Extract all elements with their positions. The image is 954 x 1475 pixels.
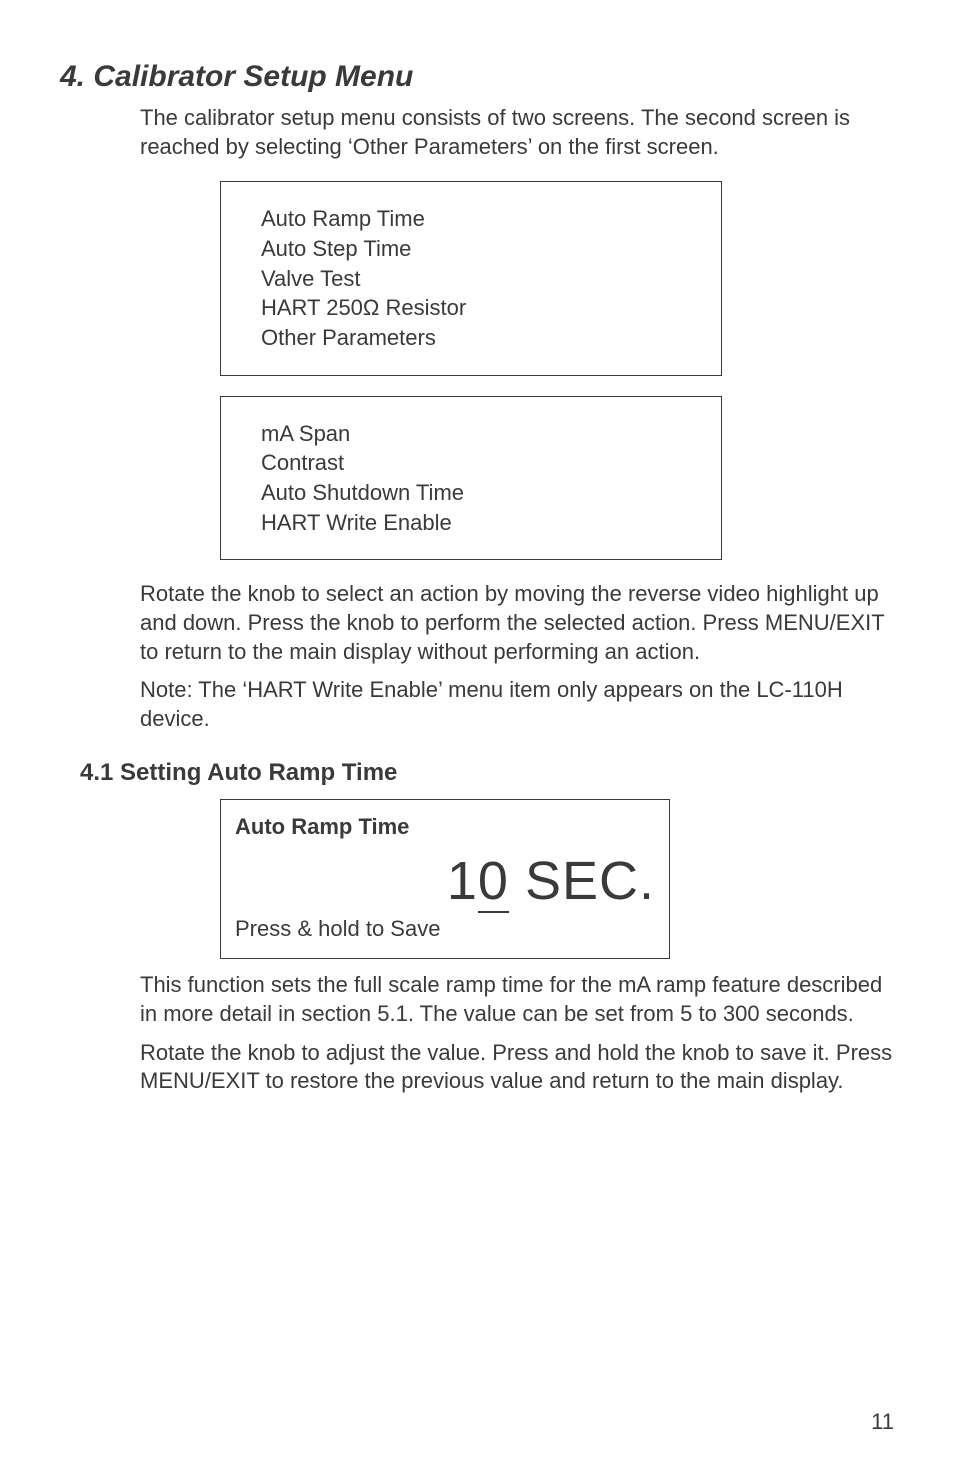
menu2-item: mA Span	[261, 419, 681, 449]
autoramp-screen: Auto Ramp Time 10 SEC. Press & hold to S…	[220, 799, 670, 959]
autoramp-footer: Press & hold to Save	[235, 916, 655, 942]
menu2-item: Contrast	[261, 448, 681, 478]
section-title: 4. Calibrator Setup Menu	[60, 60, 894, 94]
menu1-item: HART 250Ω Resistor	[261, 293, 681, 323]
autoramp-title: Auto Ramp Time	[235, 814, 655, 840]
body-paragraph: This function sets the full scale ramp t…	[140, 971, 894, 1028]
value-unit: SEC.	[509, 851, 655, 911]
menu2-item: Auto Shutdown Time	[261, 478, 681, 508]
note-paragraph: Note: The ‘HART Write Enable’ menu item …	[140, 676, 894, 733]
value-digit-1: 1	[447, 851, 478, 911]
body-paragraph: Rotate the knob to adjust the value. Pre…	[140, 1039, 894, 1096]
subsection-heading: 4.1 Setting Auto Ramp Time	[80, 759, 894, 787]
page-number: 11	[871, 1409, 894, 1435]
value-digit-0-cursor: 0	[478, 851, 509, 913]
menu1-item: Other Parameters	[261, 323, 681, 353]
menu-screen-2: mA Span Contrast Auto Shutdown Time HART…	[220, 396, 722, 561]
menu2-item: HART Write Enable	[261, 508, 681, 538]
autoramp-value: 10 SEC.	[235, 850, 655, 912]
intro-paragraph: The calibrator setup menu consists of tw…	[140, 104, 894, 161]
menu1-item: Auto Step Time	[261, 234, 681, 264]
body-paragraph: Rotate the knob to select an action by m…	[140, 580, 894, 666]
menu1-item: Valve Test	[261, 264, 681, 294]
menu-screen-1: Auto Ramp Time Auto Step Time Valve Test…	[220, 181, 722, 375]
menu1-item: Auto Ramp Time	[261, 204, 681, 234]
